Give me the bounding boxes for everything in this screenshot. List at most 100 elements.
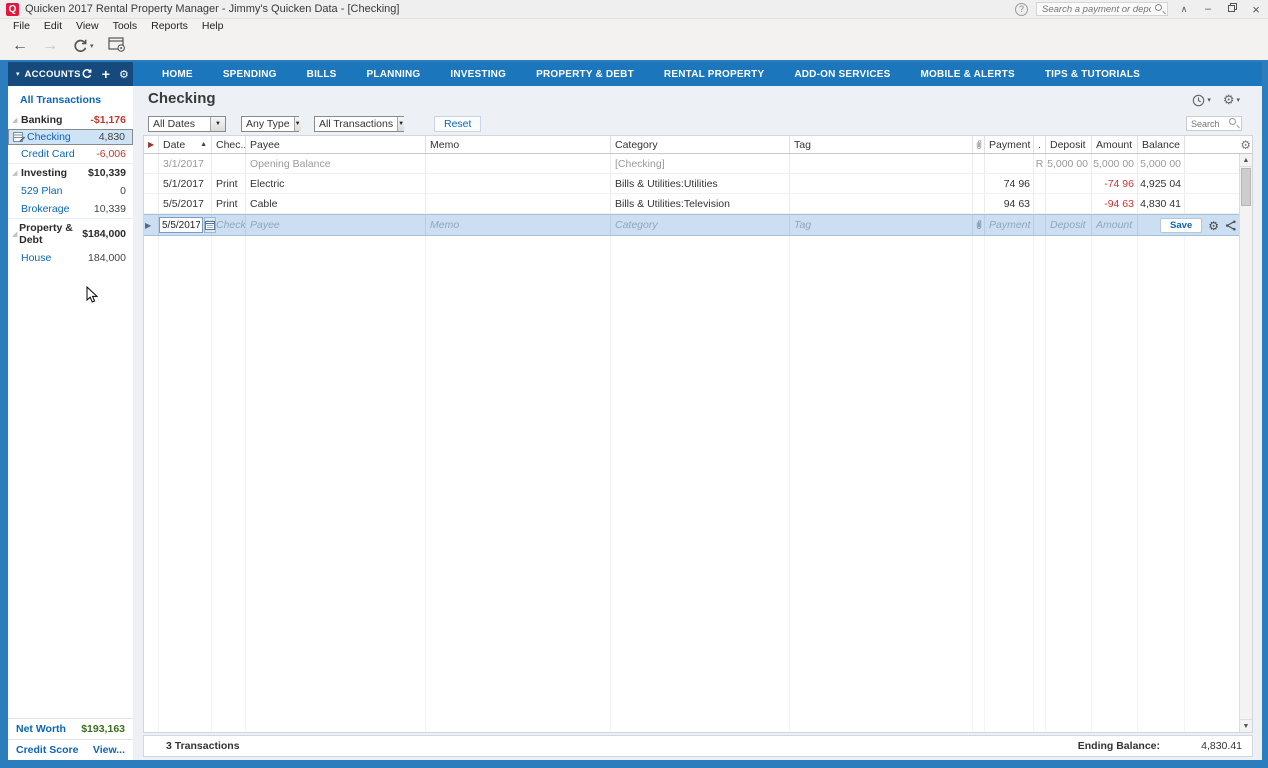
transactions-filter-select[interactable]: All Transactions ▼: [314, 116, 404, 132]
tab-rental-property[interactable]: RENTAL PROPERTY: [649, 69, 779, 80]
deposit-column-header[interactable]: Deposit: [1046, 136, 1092, 153]
quicken-app-icon: Q: [6, 3, 19, 16]
edit-gear-icon[interactable]: ⚙: [1208, 219, 1219, 233]
scroll-up-icon[interactable]: ▲: [1240, 154, 1252, 167]
tab-home[interactable]: HOME: [147, 69, 208, 80]
tab-mobile-alerts[interactable]: MOBILE & ALERTS: [906, 69, 1030, 80]
date-column-header[interactable]: Date▲: [159, 136, 212, 153]
chevron-down-icon[interactable]: ▾: [16, 70, 20, 78]
date-filter-select[interactable]: All Dates ▼: [148, 116, 226, 132]
add-account-icon[interactable]: +: [102, 69, 110, 79]
date-input[interactable]: [159, 217, 203, 233]
collapse-triangle-icon[interactable]: ◢: [12, 116, 21, 124]
category-field[interactable]: Category: [611, 215, 790, 235]
tab-planning[interactable]: PLANNING: [352, 69, 436, 80]
account-balance: 4,830: [99, 131, 125, 143]
tag-field[interactable]: Tag: [790, 215, 973, 235]
net-worth-row[interactable]: Net Worth $193,163: [8, 718, 133, 739]
transaction-count: 3 Transactions: [166, 740, 240, 752]
sidebar-item-house[interactable]: House 184,000: [8, 249, 133, 267]
tab-property-debt[interactable]: PROPERTY & DEBT: [521, 69, 649, 80]
split-transaction-icon[interactable]: [1225, 220, 1236, 231]
sidebar-group-property-debt[interactable]: ◢ Property & Debt $184,000: [8, 218, 133, 249]
menu-tools[interactable]: Tools: [106, 20, 145, 32]
chevron-down-icon: ▾: [1207, 96, 1211, 104]
category-column-header[interactable]: Category: [611, 136, 790, 153]
attach-file-button[interactable]: [973, 215, 985, 235]
sidebar-group-investing[interactable]: ◢ Investing $10,339: [8, 163, 133, 182]
memo-column-header[interactable]: Memo: [426, 136, 611, 153]
dropdown-arrow-icon: ▼: [294, 117, 301, 131]
payee-field[interactable]: Payee: [246, 215, 426, 235]
tab-investing[interactable]: INVESTING: [435, 69, 521, 80]
tab-bills[interactable]: BILLS: [292, 69, 352, 80]
check-number-field[interactable]: Check #: [212, 215, 246, 235]
scrollbar-thumb[interactable]: [1241, 168, 1251, 206]
amount-field[interactable]: Amount: [1092, 215, 1138, 235]
tab-tips-tutorials[interactable]: TIPS & TUTORIALS: [1030, 69, 1155, 80]
payment-field[interactable]: Payment: [985, 215, 1034, 235]
refresh-icon: [72, 38, 89, 55]
new-transaction-edit-row[interactable]: ▶ Check # Payee Memo Category Tag Paymen…: [144, 214, 1252, 236]
menu-view[interactable]: View: [69, 20, 106, 32]
paperclip-icon: [975, 220, 983, 230]
close-button[interactable]: ×: [1248, 2, 1264, 17]
register-footer: 3 Transactions Ending Balance: 4,830.41: [143, 735, 1253, 757]
collapse-chevron-icon[interactable]: ∧: [1176, 4, 1192, 15]
minimize-button[interactable]: –: [1200, 3, 1216, 15]
customize-toolbar-button[interactable]: [108, 37, 126, 55]
sidebar-item-529-plan[interactable]: 529 Plan 0: [8, 182, 133, 200]
global-search-input[interactable]: [1036, 2, 1168, 16]
type-filter-select[interactable]: Any Type ▼: [241, 116, 299, 132]
menu-edit[interactable]: Edit: [37, 20, 69, 32]
tab-spending[interactable]: SPENDING: [208, 69, 292, 80]
payment-column-header[interactable]: Payment: [985, 136, 1034, 153]
tab-addon-services[interactable]: ADD-ON SERVICES: [779, 69, 905, 80]
deposit-field[interactable]: Deposit: [1046, 215, 1092, 235]
column-settings-gear-icon[interactable]: ⚙: [1240, 138, 1251, 152]
sidebar-item-credit-card[interactable]: Credit Card -6,006: [8, 145, 133, 163]
reminders-clock-button[interactable]: ▾: [1192, 94, 1211, 107]
sidebar-item-brokerage[interactable]: Brokerage 10,339: [8, 200, 133, 218]
transaction-row[interactable]: 5/1/2017 Print Electric Bills & Utilitie…: [144, 174, 1252, 194]
edit-row-indicator-icon: ▶: [145, 221, 151, 230]
sidebar-item-checking[interactable]: Checking 4,830: [8, 129, 133, 145]
help-icon[interactable]: ?: [1015, 3, 1028, 16]
collapse-triangle-icon[interactable]: ◢: [12, 230, 19, 238]
tag-column-header[interactable]: Tag: [790, 136, 973, 153]
search-icon: [1155, 4, 1165, 14]
reset-filters-button[interactable]: Reset: [434, 116, 481, 132]
refresh-accounts-icon[interactable]: [81, 68, 93, 80]
vertical-scrollbar[interactable]: ▲ ▼: [1239, 154, 1252, 732]
restore-button[interactable]: [1224, 3, 1240, 15]
clr-column-header[interactable]: .: [1034, 136, 1046, 153]
scroll-down-icon[interactable]: ▼: [1240, 719, 1252, 732]
memo-field[interactable]: Memo: [426, 215, 611, 235]
one-step-update-button[interactable]: ▾: [72, 38, 94, 55]
back-button[interactable]: ←: [12, 37, 28, 55]
credit-score-row[interactable]: Credit Score View...: [8, 739, 133, 760]
credit-score-view-link[interactable]: View...: [93, 744, 125, 756]
sidebar-item-all-transactions[interactable]: All Transactions: [8, 91, 133, 111]
menu-reports[interactable]: Reports: [144, 20, 195, 32]
accounts-settings-gear-icon[interactable]: ⚙: [119, 68, 129, 81]
menu-help[interactable]: Help: [195, 20, 231, 32]
accounts-panel-header: ▾ ACCOUNTS + ⚙: [8, 62, 133, 86]
save-button[interactable]: Save: [1160, 218, 1202, 233]
sidebar-group-banking[interactable]: ◢ Banking -$1,176: [8, 111, 133, 129]
flag-column-header[interactable]: ▶: [144, 136, 159, 153]
page-title: Checking: [148, 90, 216, 107]
menu-file[interactable]: File: [6, 20, 37, 32]
register-settings-button[interactable]: ⚙ ▾: [1223, 92, 1240, 108]
title-bar: Q Quicken 2017 Rental Property Manager -…: [0, 0, 1268, 19]
transaction-row[interactable]: 5/5/2017 Print Cable Bills & Utilities:T…: [144, 194, 1252, 214]
transaction-row[interactable]: 3/1/2017 Opening Balance [Checking] R 5,…: [144, 154, 1252, 174]
payee-column-header[interactable]: Payee: [246, 136, 426, 153]
account-balance: -6,006: [96, 148, 126, 160]
amount-column-header[interactable]: Amount: [1092, 136, 1138, 153]
balance-column-header[interactable]: Balance: [1138, 136, 1185, 153]
check-column-header[interactable]: Chec...: [212, 136, 246, 153]
attachment-column-header[interactable]: [973, 136, 985, 153]
forward-button[interactable]: →: [42, 37, 58, 55]
collapse-triangle-icon[interactable]: ◢: [12, 169, 21, 177]
